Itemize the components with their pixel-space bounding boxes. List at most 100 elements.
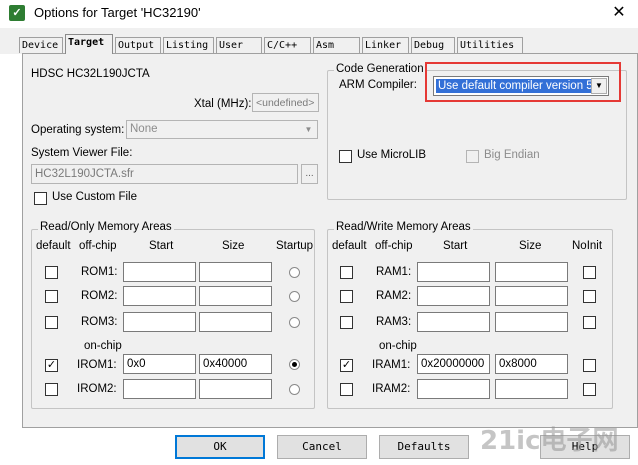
irom1-startup-radio[interactable] [289,359,300,370]
rom1-start-input[interactable] [123,262,196,282]
irom1-size-input[interactable]: 0x40000 [199,354,272,374]
window-title: Options for Target 'HC32190' [34,5,201,20]
ok-button[interactable]: OK [175,435,265,459]
use-custom-file-label: Use Custom File [52,191,137,203]
ram3-noinit-checkbox[interactable] [583,316,596,329]
rom3-start-input[interactable] [123,312,196,332]
rom2-default-checkbox[interactable] [45,290,58,303]
ram2-label: RAM2: [376,290,412,302]
system-viewer-label: System Viewer File: [31,147,133,159]
ro-header-offchip: off-chip [79,240,117,252]
tab-target[interactable]: Target [65,34,113,54]
ro-onchip-label: on-chip [84,340,122,352]
ram2-noinit-checkbox[interactable] [583,290,596,303]
site-watermark: 21ic电子网 [480,426,619,456]
irom2-startup-radio[interactable] [289,384,300,395]
chevron-down-icon[interactable]: ▼ [591,78,607,94]
arm-compiler-value: Use default compiler version 5 [436,79,595,93]
use-microlib-label: Use MicroLIB [357,149,427,161]
tab-device[interactable]: Device [19,37,63,53]
iram2-default-checkbox[interactable] [340,383,353,396]
iram1-noinit-checkbox[interactable] [583,359,596,372]
close-icon[interactable]: ✕ [604,2,634,24]
tab-utilities[interactable]: Utilities [457,37,523,53]
rw-header-noinit: NoInit [572,240,603,252]
irom2-start-input[interactable] [123,379,196,399]
irom1-start-input[interactable]: 0x0 [123,354,196,374]
irom1-default-checkbox[interactable]: ✓ [45,359,58,372]
irom2-label: IROM2: [77,383,117,395]
ro-header-size: Size [222,240,245,252]
use-microlib-checkbox[interactable] [339,150,352,163]
iram2-label: IRAM2: [372,383,411,395]
xtal-label: Xtal (MHz): [194,98,252,110]
irom2-default-checkbox[interactable] [45,383,58,396]
iram1-default-checkbox[interactable]: ✓ [340,359,353,372]
xtal-input[interactable]: <undefined> [252,93,319,112]
rom3-label: ROM3: [81,316,118,328]
tab-user[interactable]: User [216,37,262,53]
tab-c-cpp[interactable]: C/C++ [264,37,311,53]
read-only-memory-title: Read/Only Memory Areas [38,221,174,233]
code-generation-title: Code Generation [334,63,426,75]
rw-header-offchip: off-chip [375,240,413,252]
rom1-startup-radio[interactable] [289,267,300,278]
keil-app-icon: ✓ [9,5,25,21]
ram1-label: RAM1: [376,266,412,278]
ram1-size-input[interactable] [495,262,568,282]
rom2-startup-radio[interactable] [289,291,300,302]
ram3-default-checkbox[interactable] [340,316,353,329]
read-write-memory-title: Read/Write Memory Areas [334,221,473,233]
rom1-size-input[interactable] [199,262,272,282]
rom2-size-input[interactable] [199,286,272,306]
irom1-label: IROM1: [77,359,117,371]
rom1-default-checkbox[interactable] [45,266,58,279]
rw-header-start: Start [443,240,468,252]
tab-asm[interactable]: Asm [313,37,360,53]
ram1-default-checkbox[interactable] [340,266,353,279]
use-custom-file-checkbox[interactable] [34,192,47,205]
rom2-start-input[interactable] [123,286,196,306]
arm-compiler-label: ARM Compiler: [339,79,417,91]
big-endian-label: Big Endian [484,149,540,161]
iram2-noinit-checkbox[interactable] [583,383,596,396]
ram2-default-checkbox[interactable] [340,290,353,303]
defaults-button[interactable]: Defaults [379,435,469,459]
os-label: Operating system: [31,124,125,136]
arm-compiler-select[interactable]: Use default compiler version 5 ▼ [433,76,609,96]
iram2-start-input[interactable] [417,379,490,399]
ro-header-default: default [36,240,71,252]
ram3-size-input[interactable] [495,312,568,332]
tab-linker[interactable]: Linker [362,37,409,53]
iram1-start-input[interactable]: 0x20000000 [417,354,490,374]
ram2-size-input[interactable] [495,286,568,306]
rw-onchip-label: on-chip [379,340,417,352]
ram1-noinit-checkbox[interactable] [583,266,596,279]
tab-debug[interactable]: Debug [411,37,455,53]
rom3-default-checkbox[interactable] [45,316,58,329]
ram3-label: RAM3: [376,316,412,328]
ram1-start-input[interactable] [417,262,490,282]
os-select-value: None [130,123,158,135]
rom3-size-input[interactable] [199,312,272,332]
iram2-size-input[interactable] [495,379,568,399]
iram1-size-input[interactable]: 0x8000 [495,354,568,374]
chevron-down-icon[interactable]: ▼ [301,122,316,137]
browse-button[interactable]: ... [301,164,318,184]
rw-header-size: Size [519,240,542,252]
rom3-startup-radio[interactable] [289,317,300,328]
cancel-button[interactable]: Cancel [277,435,367,459]
device-name: HDSC HC32L190JCTA [31,68,150,80]
tab-listing[interactable]: Listing [163,37,214,53]
tab-output[interactable]: Output [115,37,161,53]
title-bar: ✓ Options for Target 'HC32190' ✕ [0,0,638,28]
os-select[interactable]: None ▼ [126,120,318,139]
iram1-label: IRAM1: [372,359,411,371]
irom2-size-input[interactable] [199,379,272,399]
ram3-start-input[interactable] [417,312,490,332]
big-endian-checkbox[interactable] [466,150,479,163]
system-viewer-input[interactable]: HC32L190JCTA.sfr [31,164,298,184]
ram2-start-input[interactable] [417,286,490,306]
ro-header-start: Start [149,240,174,252]
rom1-label: ROM1: [81,266,118,278]
